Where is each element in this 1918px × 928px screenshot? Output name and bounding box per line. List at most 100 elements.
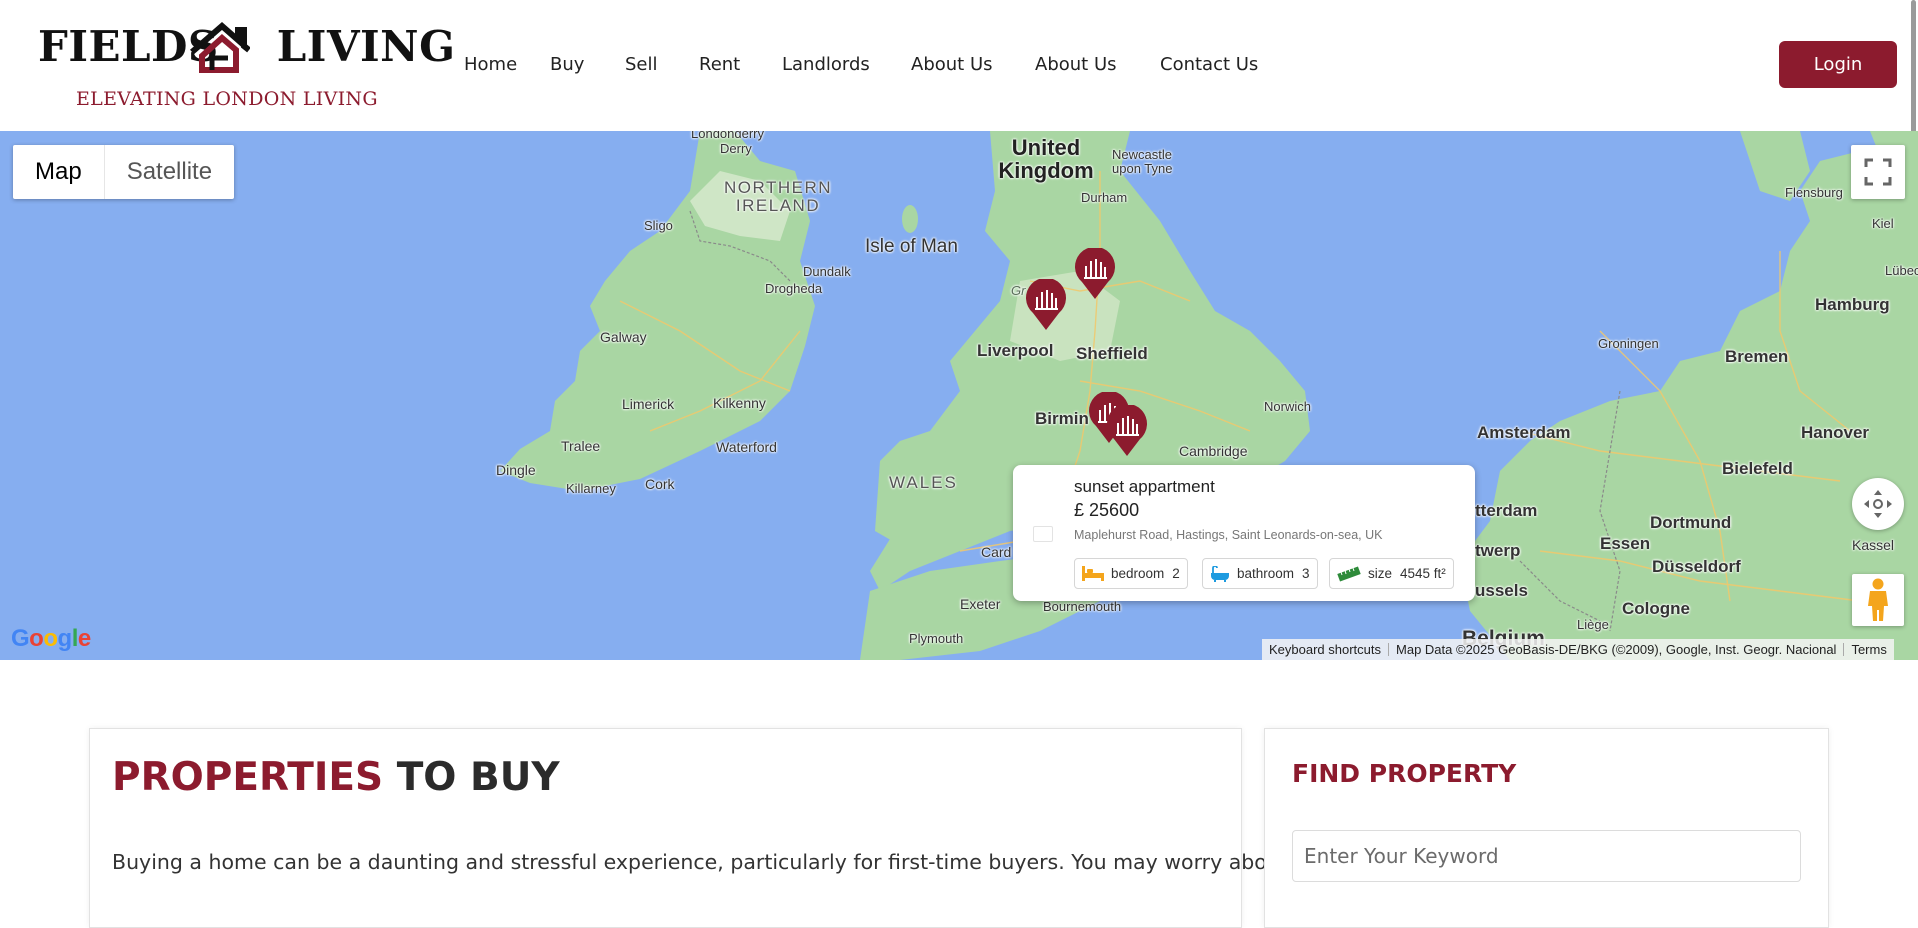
map-label-greater-manchester: Gr: [1011, 283, 1026, 298]
map-label-dortmund: Dortmund: [1650, 513, 1732, 532]
map-label-united-kingdom: United Kingdom: [998, 135, 1094, 184]
map-label-birmingham: Birmin: [1035, 409, 1089, 428]
bathroom-label: bathroom: [1237, 566, 1295, 581]
fullscreen-icon: [1864, 158, 1892, 186]
property-title[interactable]: sunset appartment: [1074, 477, 1215, 497]
size-value: 4545 ft²: [1400, 566, 1446, 581]
properties-description: Buying a home can be a daunting and stre…: [112, 850, 1288, 874]
find-property-title: FIND PROPERTY: [1292, 759, 1517, 788]
ruler-icon: [1337, 565, 1361, 582]
bedroom-value: 2: [1172, 566, 1180, 581]
map-label-derry: Derry: [720, 141, 752, 156]
map-label-killarney: Killarney: [566, 481, 616, 496]
camera-control-button[interactable]: [1852, 478, 1904, 530]
property-pin-icon[interactable]: [1025, 279, 1067, 331]
bedroom-badge: bedroom 2: [1074, 558, 1188, 589]
map-label-wales: WALES: [889, 473, 958, 492]
property-pin-icon[interactable]: [1074, 248, 1116, 300]
map-label-rotterdam: tterdam: [1475, 501, 1538, 520]
map-basemap[interactable]: [0, 131, 1918, 660]
map-label-flensburg: Flensburg: [1785, 185, 1843, 200]
map-label-kiel: Kiel: [1872, 216, 1894, 231]
map-type-map-button[interactable]: Map: [13, 145, 104, 199]
property-info-window[interactable]: sunset appartment £ 25600 Maplehurst Roa…: [1013, 465, 1475, 601]
map-attribution: Keyboard shortcuts Map Data ©2025 GeoBas…: [1262, 639, 1894, 660]
nav-sell[interactable]: Sell: [625, 54, 658, 75]
house-logo-icon: [190, 22, 250, 73]
map-label-antwerp: twerp: [1475, 541, 1521, 560]
property-address: Maplehurst Road, Hastings, Saint Leonard…: [1074, 528, 1383, 542]
map-label-sheffield: Sheffield: [1076, 344, 1148, 363]
properties-title-rest: TO BUY: [396, 755, 560, 800]
map-label-drogheda: Drogheda: [765, 281, 823, 296]
fullscreen-button[interactable]: [1851, 145, 1905, 199]
map-label-isle-of-man: Isle of Man: [865, 236, 958, 257]
properties-title-accent: PROPERTIES: [112, 755, 384, 800]
bed-icon: [1082, 566, 1104, 581]
map-label-tralee: Tralee: [561, 438, 601, 454]
bathroom-value: 3: [1302, 566, 1310, 581]
map-label-liverpool: Liverpool: [977, 341, 1054, 360]
price-value: 25600: [1089, 500, 1140, 520]
nav-home[interactable]: Home: [464, 54, 517, 75]
nav-about-us[interactable]: About Us: [911, 54, 993, 75]
size-badge: size 4545 ft²: [1329, 558, 1454, 589]
property-thumbnail[interactable]: [1033, 526, 1053, 542]
map-label-hamburg: Hamburg: [1815, 295, 1890, 314]
keyword-search-input[interactable]: [1292, 830, 1801, 882]
brand-logo[interactable]: FIELDS LIVING ELEVATING LONDON LIVING: [38, 20, 455, 115]
price-currency: £: [1074, 500, 1085, 520]
map-label-norwich: Norwich: [1264, 399, 1311, 414]
map-label-durham: Durham: [1081, 190, 1128, 205]
map-label-galway: Galway: [600, 329, 647, 345]
site-header: FIELDS LIVING ELEVATING LONDON LIVING Hom…: [0, 0, 1918, 131]
property-map[interactable]: Londonderry Derry NORTHERN IRELAND Sligo…: [0, 131, 1918, 660]
map-label-bremen: Bremen: [1725, 347, 1789, 366]
map-label-cardiff: Card: [981, 544, 1012, 560]
nav-landlords[interactable]: Landlords: [782, 54, 870, 75]
map-label-northern-ireland: NORTHERN IRELAND: [723, 178, 833, 215]
map-label-brussels: ussels: [1475, 581, 1528, 600]
map-label-cambridge: Cambridge: [1179, 443, 1248, 459]
map-label-sligo: Sligo: [644, 218, 673, 233]
find-property-panel: FIND PROPERTY: [1264, 728, 1829, 928]
terms-link[interactable]: Terms: [1844, 642, 1893, 657]
login-button[interactable]: Login: [1779, 41, 1897, 88]
map-label-plymouth: Plymouth: [909, 631, 964, 646]
bedroom-label: bedroom: [1111, 566, 1165, 581]
map-label-waterford: Waterford: [716, 439, 777, 455]
brand-name-right: LIVING: [276, 22, 456, 71]
property-price: £ 25600: [1074, 500, 1139, 521]
keyboard-shortcuts-link[interactable]: Keyboard shortcuts: [1262, 642, 1388, 657]
properties-title: PROPERTIES TO BUY: [112, 755, 560, 800]
map-label-kilkenny: Kilkenny: [713, 395, 766, 411]
map-label-amsterdam: Amsterdam: [1477, 423, 1571, 442]
map-label-bournemouth: Bournemouth: [1043, 599, 1122, 614]
nav-about-us-2[interactable]: About Us: [1035, 54, 1117, 75]
bathroom-badge: bathroom 3: [1202, 558, 1318, 589]
map-label-limerick: Limerick: [622, 396, 675, 412]
size-label: size: [1368, 566, 1393, 581]
map-label-liege: Liège: [1577, 617, 1609, 632]
street-view-button[interactable]: [1852, 574, 1904, 626]
properties-section: PROPERTIES TO BUY Buying a home can be a…: [89, 728, 1288, 928]
map-label-londonderry: Londonderry: [691, 131, 764, 141]
nav-contact-us[interactable]: Contact Us: [1160, 54, 1258, 75]
map-label-hanover: Hanover: [1801, 423, 1870, 442]
google-logo[interactable]: Google: [11, 625, 91, 653]
map-type-satellite-button[interactable]: Satellite: [103, 145, 234, 199]
nav-buy[interactable]: Buy: [550, 54, 584, 75]
nav-rent[interactable]: Rent: [699, 54, 740, 75]
map-label-kassel: Kassel: [1852, 537, 1895, 553]
map-label-exeter: Exeter: [960, 596, 1001, 612]
map-label-dusseldorf: Düsseldorf: [1652, 557, 1741, 576]
map-label-lubeck: Lübec: [1885, 263, 1918, 278]
pegman-icon: [1868, 578, 1888, 621]
map-label-groningen: Groningen: [1598, 336, 1659, 351]
map-type-control: Map Satellite: [13, 145, 235, 199]
property-pin-icon[interactable]: [1106, 405, 1148, 457]
bath-icon: [1211, 565, 1229, 582]
map-label-cologne: Cologne: [1622, 599, 1690, 618]
map-label-bielefeld: Bielefeld: [1722, 459, 1793, 478]
camera-control-icon: [1864, 490, 1892, 518]
